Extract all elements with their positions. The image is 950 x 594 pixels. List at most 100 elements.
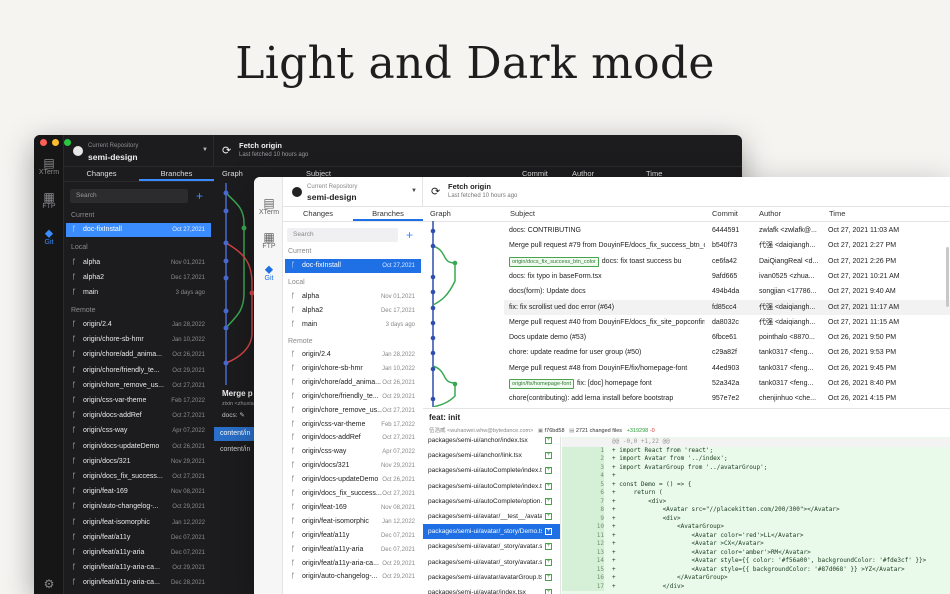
- changed-file-item[interactable]: packages/semi-ui/anchor/index.tsx +: [423, 437, 560, 448]
- remote-branch-item[interactable]: ᚴ origin/chore_remove_us... Oct 27,2021: [285, 404, 421, 418]
- branch-search-input[interactable]: Search: [287, 228, 398, 242]
- commit-author: tank0317 <feng...: [759, 349, 814, 357]
- current-branch-item[interactable]: ᚴ doc-fixInstall Oct 27,2021: [66, 223, 211, 237]
- branch-icon: ᚴ: [72, 289, 77, 297]
- remote-branch-item[interactable]: ᚴ origin/feat/a11y-aria Dec 07,2021: [285, 543, 421, 557]
- commit-row[interactable]: Merge pull request #79 from DouyinFE/doc…: [504, 238, 950, 253]
- branch-date: Jan 28,2022: [171, 322, 205, 328]
- remote-branch-item[interactable]: ᚴ origin/feat-isomorphic Jan 12,2022: [285, 515, 421, 529]
- remote-branch-item[interactable]: ᚴ origin/feat/a11y-aria-ca... Dec 28,2021: [66, 576, 211, 590]
- local-branch-item[interactable]: ᚴ main 3 days ago: [66, 286, 211, 300]
- remote-branch-item[interactable]: ᚴ origin/css-var-theme Feb 17,2022: [66, 394, 211, 408]
- branch-icon: ᚴ: [72, 321, 77, 328]
- remote-branch-item[interactable]: ᚴ origin/auto-changelog-... Oct 29,2021: [285, 570, 421, 584]
- remote-branch-item[interactable]: ᚴ origin/feat-169 Nov 08,2021: [66, 485, 211, 499]
- rail-xterm[interactable]: ▤ XTerm: [34, 157, 64, 176]
- remote-branch-item[interactable]: ᚴ origin/chore_remove_us... Oct 27,2021: [66, 379, 211, 393]
- remote-branch-item[interactable]: ᚴ origin/feat/a11y-aria Dec 07,2021: [66, 546, 211, 560]
- rail-git[interactable]: ⬥ Git: [254, 263, 284, 282]
- repo-selector[interactable]: Current Repository semi-design ▼: [64, 135, 214, 167]
- settings-icon[interactable]: ⚙: [34, 578, 64, 590]
- branch-search-input[interactable]: Search: [70, 189, 188, 203]
- tab-changes[interactable]: Changes: [283, 207, 353, 221]
- changed-file-item[interactable]: packages/semi-ui/autoComplete/index.tsx +: [423, 479, 560, 494]
- add-branch-button[interactable]: +: [406, 229, 413, 241]
- remote-branch-item[interactable]: ᚴ origin/css-way Apr 07,2022: [66, 424, 211, 438]
- remote-branch-item[interactable]: ᚴ origin/css-var-theme Feb 17,2022: [285, 418, 421, 432]
- remote-branch-item[interactable]: ᚴ origin/feat/a11y-aria-ca... Oct 29,2021: [285, 557, 421, 571]
- tab-changes[interactable]: Changes: [64, 167, 139, 181]
- commit-list-scrollbar[interactable]: [946, 247, 949, 307]
- changed-file-item[interactable]: packages/semi-ui/autoComplete/index.tsx +: [423, 463, 560, 478]
- refresh-icon: ⟳: [222, 145, 232, 157]
- commit-row[interactable]: origin/fix/homepage-font fix: [doc] homep…: [504, 376, 950, 391]
- commit-row[interactable]: Docs update demo (#53) 6fbce61 pointhalo <…: [504, 330, 950, 345]
- changed-file-item[interactable]: packages/semi-ui/avatar/_story/Demo.tsx +: [423, 524, 560, 540]
- remote-branch-item[interactable]: ᚴ origin/feat/a11y-aria-ca... Oct 29,2021: [66, 561, 211, 575]
- commit-row[interactable]: fix: fix scrollist ued doc error (#64) fd…: [504, 299, 950, 315]
- branch-name: origin/feat/a11y-aria: [83, 549, 145, 556]
- tab-branches[interactable]: Branches: [139, 167, 214, 181]
- remote-branch-item[interactable]: ᚴ origin/docs_fix_success... Oct 27,2021: [285, 487, 421, 501]
- rail-ftp[interactable]: ▦ FTP: [34, 191, 64, 210]
- remote-branch-item[interactable]: ᚴ origin/docs_fix_success... Oct 27,2021: [66, 470, 211, 484]
- remote-branch-item[interactable]: ᚴ origin/2.4 Jan 28,2022: [66, 318, 211, 332]
- remote-branch-item[interactable]: ᚴ origin/docs-updateDemo Oct 26,2021: [285, 473, 421, 487]
- remote-branch-item[interactable]: ᚴ origin/chore/friendly_te... Oct 29,2021: [285, 390, 421, 404]
- detail-hash[interactable]: f76bd58: [545, 428, 565, 434]
- branch-name: origin/docs/321: [302, 462, 350, 470]
- remote-branch-item[interactable]: ᚴ origin/docs-addRef Oct 27,2021: [66, 409, 211, 423]
- fetch-button[interactable]: ⟳ Fetch origin Last fetched 10 hours ago: [214, 135, 742, 167]
- local-branch-item[interactable]: ᚴ alpha Nov 01,2021: [66, 256, 211, 270]
- local-branch-item[interactable]: ᚴ alpha2 Dec 17,2021: [285, 304, 421, 318]
- close-button[interactable]: [40, 139, 47, 146]
- remote-branch-item[interactable]: ᚴ origin/feat-169 Nov 08,2021: [285, 501, 421, 515]
- remote-branch-item[interactable]: ᚴ origin/chore/add_anima... Oct 26,2021: [285, 376, 421, 390]
- rail-git[interactable]: ⬥ Git: [34, 227, 64, 246]
- rail-label: FTP: [262, 243, 276, 250]
- commit-row[interactable]: docs(form): Update docs 494b4da songjian <…: [504, 284, 950, 299]
- remote-branch-item[interactable]: ᚴ origin/feat/a11y Dec 07,2021: [66, 531, 211, 545]
- rail-ftp[interactable]: ▦ FTP: [254, 231, 284, 250]
- changed-file-item[interactable]: packages/semi-ui/avatar/__test__/avatar.…: [423, 509, 560, 524]
- changed-file-item[interactable]: packages/semi-ui/anchor/link.tsx +: [423, 448, 560, 463]
- local-branch-item[interactable]: ᚴ main 3 days ago: [285, 318, 421, 332]
- tab-branches[interactable]: Branches: [353, 207, 423, 221]
- changed-file-item[interactable]: packages/semi-ui/avatar/_story/avatar.st…: [423, 539, 560, 554]
- local-branch-item[interactable]: ᚴ alpha Nov 01,2021: [285, 290, 421, 304]
- remote-branch-item[interactable]: ᚴ origin/auto-changelog-... Oct 29,2021: [66, 500, 211, 514]
- branch-date: Oct 27,2021: [172, 382, 205, 389]
- changed-file-item[interactable]: packages/semi-ui/autoComplete/option.tsx…: [423, 494, 560, 509]
- commit-row[interactable]: docs: fix typo in baseForm.tsx 9afd665 iva…: [504, 269, 950, 284]
- remote-branch-item[interactable]: ᚴ origin/chore-sb-hmr Jan 10,2022: [285, 362, 421, 376]
- remote-branch-item[interactable]: ᚴ origin/feat/a11y Dec 07,2021: [285, 529, 421, 543]
- remote-branch-item[interactable]: ᚴ origin/docs/321 Nov 29,2021: [285, 459, 421, 473]
- minimize-button[interactable]: [52, 139, 59, 146]
- changed-file-item[interactable]: packages/semi-ui/avatar/_story/avatar.st…: [423, 555, 560, 570]
- changed-file-item[interactable]: packages/semi-ui/avatar/index.tsx +: [423, 585, 560, 594]
- commit-row[interactable]: docs: CONTRIBUTING 6444591 zwlafk <zwlafk@…: [504, 223, 950, 238]
- changed-file-item[interactable]: packages/semi-ui/avatar/avatarGroup.tsx +: [423, 570, 560, 585]
- commit-row[interactable]: Merge pull request #40 from DouyinFE/doc…: [504, 315, 950, 330]
- commit-row[interactable]: chore: update readme for user group (#50…: [504, 345, 950, 360]
- remote-branch-item[interactable]: ᚴ origin/docs-updateDemo Oct 26,2021: [66, 440, 211, 454]
- commit-row[interactable]: Merge pull request #48 from DouyinFE/fix…: [504, 361, 950, 376]
- remote-branch-item[interactable]: ᚴ origin/chore/add_anima... Oct 26,2021: [66, 348, 211, 362]
- remote-branch-item[interactable]: ᚴ origin/chore/friendly_te... Oct 29,2021: [66, 364, 211, 378]
- remote-branch-item[interactable]: ᚴ origin/docs-addRef Oct 27,2021: [285, 431, 421, 445]
- commit-row[interactable]: origin/docs_fix_success_btn_color docs: f…: [504, 254, 950, 269]
- rail-xterm[interactable]: ▤ XTerm: [254, 197, 284, 216]
- remote-branch-item[interactable]: ᚴ origin/feat-isomorphic Jan 12,2022: [66, 516, 211, 530]
- remote-branch-item[interactable]: ᚴ origin/docs/321 Nov 29,2021: [66, 455, 211, 469]
- remote-branch-item[interactable]: ᚴ origin/css-way Apr 07,2022: [285, 445, 421, 459]
- local-branch-item[interactable]: ᚴ alpha2 Dec 17,2021: [66, 271, 211, 285]
- add-branch-button[interactable]: +: [196, 190, 203, 202]
- current-branch-item[interactable]: ᚴ doc-fixInstall Oct 27,2021: [285, 259, 421, 273]
- branch-icon: ᚴ: [291, 545, 296, 553]
- repo-selector[interactable]: Current Repository semi-design ▼: [283, 177, 423, 207]
- commit-row[interactable]: chore(contributing): add lerna install b…: [504, 391, 950, 406]
- commit-hash: 44ed903: [712, 364, 740, 372]
- remote-branch-item[interactable]: ᚴ origin/chore-sb-hmr Jan 10,2022: [66, 333, 211, 347]
- remote-branch-item[interactable]: ᚴ origin/2.4 Jan 28,2022: [285, 348, 421, 362]
- fetch-button[interactable]: ⟳ Fetch origin Last fetched 10 hours ago: [423, 177, 950, 207]
